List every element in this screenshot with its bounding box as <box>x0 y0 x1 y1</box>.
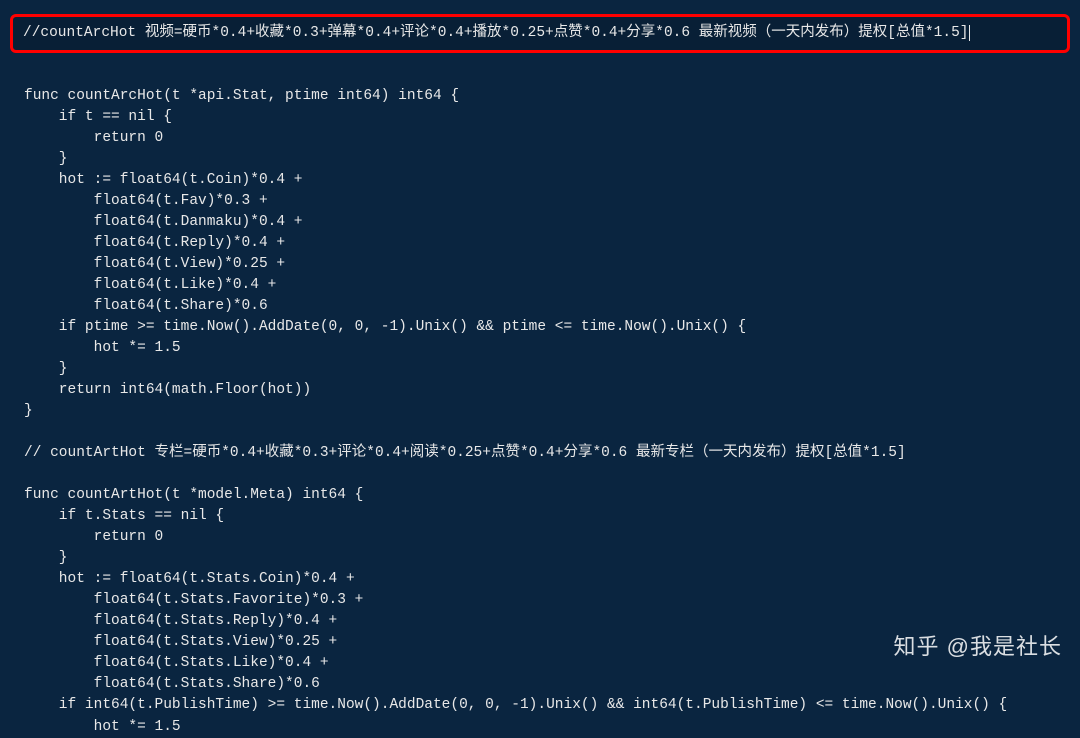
highlight-text: //countArcHot 视频=硬币*0.4+收藏*0.3+弹幕*0.4+评论… <box>23 25 968 41</box>
highlighted-comment: //countArcHot 视频=硬币*0.4+收藏*0.3+弹幕*0.4+评论… <box>10 14 1070 53</box>
text-cursor <box>968 25 970 41</box>
code-block: func countArcHot(t *api.Stat, ptime int6… <box>0 57 1080 738</box>
